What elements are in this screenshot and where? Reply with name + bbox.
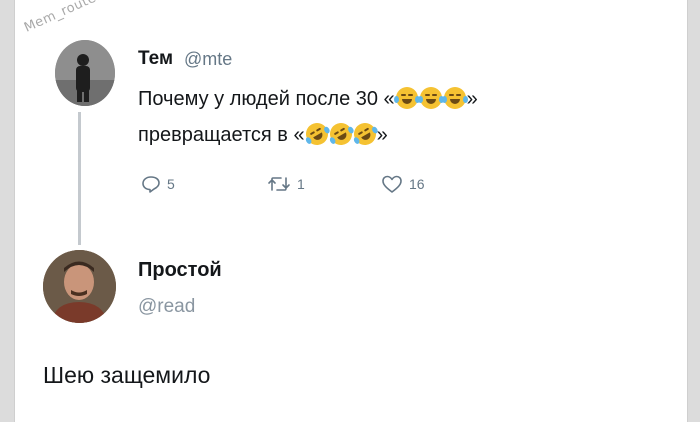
rofl-emoji-icon — [301, 118, 332, 150]
heart-icon — [382, 175, 402, 193]
retweet-button[interactable]: 1 — [267, 174, 305, 194]
reply-icon — [142, 176, 160, 193]
avatar[interactable] — [55, 40, 115, 106]
tweet-thread-card — [14, 0, 688, 422]
thread-connector — [78, 112, 81, 245]
rofl-emoji-icon — [349, 118, 380, 150]
tears-of-joy-emoji-icon — [417, 87, 444, 109]
tears-of-joy-emoji-icon — [441, 87, 468, 109]
reply-author-name[interactable]: Простой — [138, 259, 222, 282]
tears-of-joy-emoji-icon — [393, 87, 420, 109]
reply-text: Шею защемило — [43, 362, 211, 388]
tweet-text: Почему у людей после 30 « — [138, 88, 395, 110]
reply-button[interactable]: 5 — [141, 174, 175, 194]
tweet-text-line-1: Почему у людей после 30 « » — [138, 87, 478, 111]
retweet-icon — [268, 177, 290, 191]
reply-count: 5 — [167, 176, 175, 192]
rofl-emoji-icon — [325, 118, 356, 150]
tweet-text: » — [376, 124, 388, 146]
tweet-text: » — [466, 88, 478, 110]
author-handle[interactable]: @mte — [184, 49, 232, 70]
tweet-text-line-2: превращается в « » — [138, 118, 388, 150]
tweet-text: превращается в « — [138, 124, 305, 146]
avatar[interactable] — [43, 250, 116, 323]
author-name[interactable]: Тем — [138, 48, 173, 70]
like-count: 16 — [409, 176, 425, 192]
retweet-count: 1 — [297, 176, 305, 192]
reply-author-handle[interactable]: @read — [138, 296, 195, 318]
like-button[interactable]: 16 — [381, 174, 425, 194]
